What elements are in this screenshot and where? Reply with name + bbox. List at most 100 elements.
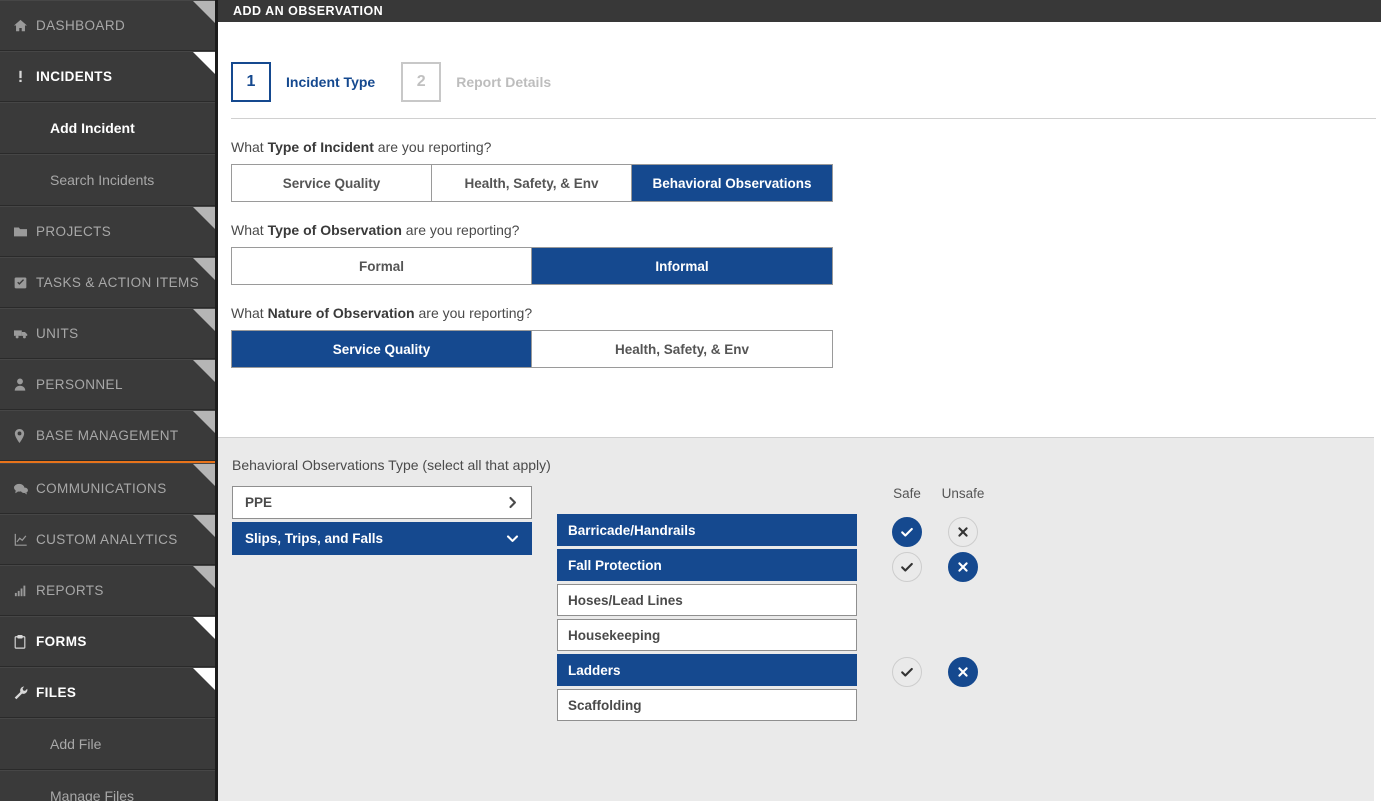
sidebar-item-dashboard[interactable]: DASHBOARD [0,0,215,51]
sidebar-item-base-management[interactable]: BASE MANAGEMENT [0,410,215,461]
sidebar-item-forms[interactable]: FORMS [0,616,215,667]
home-icon [14,19,36,32]
safe-toggle-cell [879,551,935,582]
incident-type-option-behavioral-observations[interactable]: Behavioral Observations [632,165,832,201]
step-indicator: 1 Incident Type 2 Report Details [218,22,1381,118]
checkbox-icon [14,276,36,289]
unsafe-toggle-ladders[interactable] [948,656,978,687]
unsafe-toggle-barricade-handrails[interactable] [948,516,978,547]
observation-nature-option-health-safety-env[interactable]: Health, Safety, & Env [532,331,832,367]
incident-type-option-service-quality[interactable]: Service Quality [232,165,432,201]
observation-type-option-formal[interactable]: Formal [232,248,532,284]
category-label: PPE [245,495,273,510]
step-1-label[interactable]: Incident Type [286,74,375,90]
panel-caption: Behavioral Observations Type (select all… [232,457,551,473]
safe-toggle-barricade-handrails[interactable] [892,516,922,547]
wrench-icon [14,686,36,700]
sidebar-corner-marker [193,52,215,74]
sidebar-item-communications[interactable]: COMMUNICATIONS [0,463,215,514]
unsafe-toggle-fall-protection[interactable] [948,551,978,582]
page-header-bar: ADD AN OBSERVATION [218,0,1381,22]
sidebar-item-files[interactable]: FILES [0,667,215,718]
observation-layout: PPE Slips, Trips, and Falls Barricade/Han… [232,486,1374,724]
q3-emphasis: Nature of Observation [267,305,415,321]
sidebar-item-label: TASKS & ACTION ITEMS [36,275,200,290]
safe-toggle-ladders[interactable] [892,656,922,687]
q3-prefix: What [231,305,268,321]
step-1[interactable]: 1 Incident Type [231,61,375,102]
toggle-row [879,619,991,654]
truck-icon [14,327,36,340]
subitem-ladders[interactable]: Ladders [557,654,857,686]
toggle-rows [879,514,991,724]
sidebar-subitem-label: Add Incident [50,120,135,136]
step-2[interactable]: 2 Report Details [401,61,551,102]
sidebar-item-personnel[interactable]: PERSONNEL [0,359,215,410]
sidebar-item-tasks-action-items[interactable]: TASKS & ACTION ITEMS [0,257,215,308]
sidebar-subitem-manage-files[interactable]: Manage Files [0,770,215,801]
toggle-row [879,654,991,689]
category-slips-trips-and-falls[interactable]: Slips, Trips, and Falls [232,522,532,555]
q1-prefix: What [231,139,268,155]
q2-suffix: are you reporting? [401,222,520,238]
sidebar-item-projects[interactable]: PROJECTS [0,206,215,257]
subitem-row: Scaffolding [557,689,857,721]
subitem-scaffolding[interactable]: Scaffolding [557,689,857,721]
sidebar-subitem-add-incident[interactable]: Add Incident [0,102,215,154]
toggle-row [879,514,991,549]
subitem-fall-protection[interactable]: Fall Protection [557,549,857,581]
category-ppe[interactable]: PPE [232,486,532,519]
sidebar-subitem-search-incidents[interactable]: Search Incidents [0,154,215,206]
q3-suffix: are you reporting? [414,305,533,321]
unsafe-column-header: Unsafe [941,486,985,501]
subitem-barricade-handrails[interactable]: Barricade/Handrails [557,514,857,546]
sidebar-item-label: UNITS [36,326,79,341]
cross-icon [957,561,969,573]
sidebar-item-label: PERSONNEL [36,377,123,392]
step-1-number[interactable]: 1 [231,61,271,102]
app-root: DASHBOARD INCIDENTS Add Incident Search Inc… [0,0,1381,801]
check-icon [900,665,914,679]
subitem-row: Fall Protection [557,549,857,581]
sidebar-corner-marker [193,411,215,433]
sidebar-item-incidents[interactable]: INCIDENTS [0,51,215,102]
sidebar-item-reports[interactable]: REPORTS [0,565,215,616]
step-2-number[interactable]: 2 [401,61,442,102]
sidebar-item-label: COMMUNICATIONS [36,481,167,496]
sidebar-corner-marker [193,464,215,486]
question-incident-type-label: What Type of Incident are you reporting? [231,119,1381,164]
observation-type-option-informal[interactable]: Informal [532,248,832,284]
sidebar-item-label: PROJECTS [36,224,112,239]
sidebar-corner-marker [193,207,215,229]
unsafe-toggle-cell [935,516,991,547]
sidebar-corner-marker [193,1,215,23]
page-title: ADD AN OBSERVATION [233,4,384,18]
sidebar-corner-marker [193,258,215,280]
sidebar-corner-marker [193,515,215,537]
observation-nature-option-service-quality[interactable]: Service Quality [232,331,532,367]
sidebar-item-custom-analytics[interactable]: CUSTOM ANALYTICS [0,514,215,565]
chevron-down-icon[interactable] [506,532,519,545]
sidebar-corner-marker [193,360,215,382]
toggle-row [879,689,991,724]
safe-unsafe-toggle-area: Safe Unsafe [879,486,991,724]
q2-prefix: What [231,222,268,238]
sidebar-item-label: BASE MANAGEMENT [36,428,179,443]
toggle-column-headers: Safe Unsafe [879,486,991,514]
toggle-row [879,549,991,584]
category-label: Slips, Trips, and Falls [245,531,384,546]
subitem-housekeeping[interactable]: Housekeeping [557,619,857,651]
safe-toggle-fall-protection[interactable] [892,551,922,582]
step-2-label[interactable]: Report Details [456,74,551,90]
chevron-right-icon[interactable] [506,496,519,509]
observation-nature-button-group: Service Quality Health, Safety, & Env [231,330,833,368]
subitem-hoses-lead-lines[interactable]: Hoses/Lead Lines [557,584,857,616]
subitem-row: Housekeeping [557,619,857,651]
sidebar-subitem-label: Add File [50,736,102,752]
sidebar-item-units[interactable]: UNITS [0,308,215,359]
sidebar-subitem-add-file[interactable]: Add File [0,718,215,770]
incident-type-option-health-safety-env[interactable]: Health, Safety, & Env [432,165,632,201]
check-icon [900,525,914,539]
clipboard-icon [14,634,36,649]
safe-column-header: Safe [893,486,921,501]
